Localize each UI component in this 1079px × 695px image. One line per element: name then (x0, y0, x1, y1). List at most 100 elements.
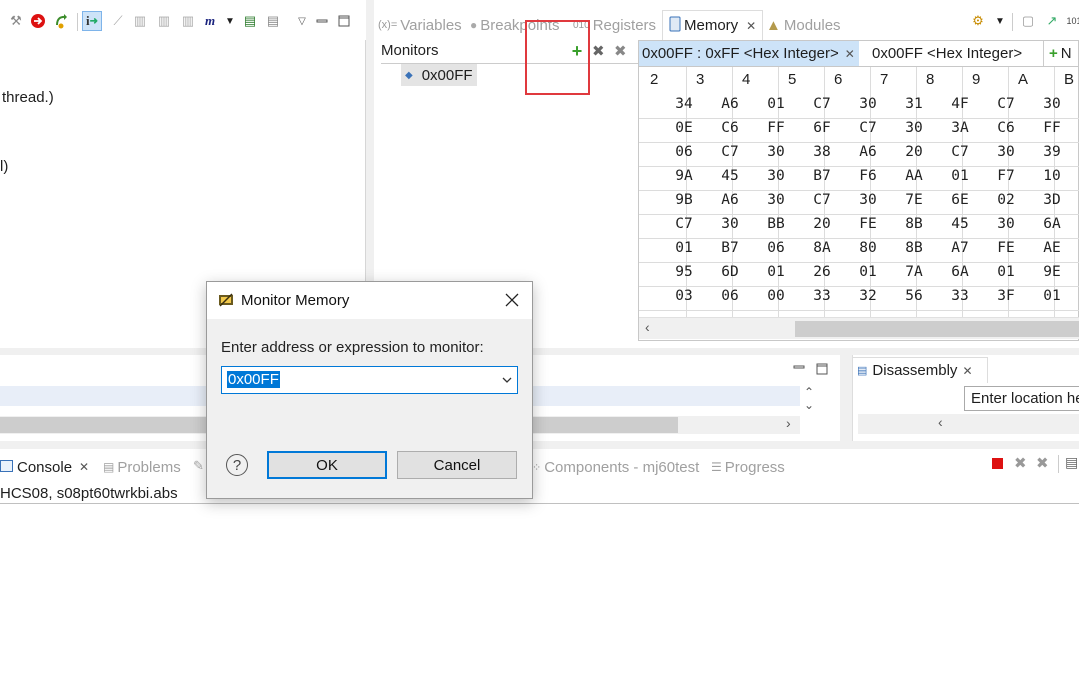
memory-cell[interactable]: 30 (987, 144, 1025, 168)
memory-cell[interactable]: 6F (803, 120, 841, 144)
memory-cell[interactable]: FF (1033, 120, 1071, 144)
address-combobox[interactable]: 0x00FF (221, 366, 518, 394)
memory-cell[interactable]: FF (757, 120, 795, 144)
memory-cell[interactable]: C7 (665, 216, 703, 240)
instruction-stepping-icon[interactable]: i ➜ (82, 11, 102, 31)
minimize-icon[interactable] (312, 11, 332, 31)
memory-cell[interactable]: 3D (1033, 192, 1071, 216)
tab-memory[interactable]: Memory ✕ (662, 10, 764, 40)
close-icon[interactable]: ✕ (962, 364, 972, 378)
rendering-tab-new[interactable]: + N (1043, 41, 1072, 66)
dropdown-icon[interactable]: ▼ (220, 11, 240, 31)
export-icon[interactable]: ↗ (1042, 11, 1062, 31)
resume-all-icon[interactable]: ▥ (178, 11, 198, 31)
ok-button[interactable]: OK (267, 451, 387, 479)
memory-cell[interactable]: C7 (987, 96, 1025, 120)
memory-cell[interactable]: 9A (665, 168, 703, 192)
memory-cell[interactable]: C7 (849, 120, 887, 144)
memory-cell[interactable]: 06 (757, 240, 795, 264)
memory-cell[interactable]: 31 (895, 96, 933, 120)
memory-cell[interactable]: AA (895, 168, 933, 192)
memory-cell[interactable]: FE (849, 216, 887, 240)
macro-icon[interactable]: m (200, 11, 220, 31)
memory-cell[interactable]: 26 (803, 264, 841, 288)
new-page-icon[interactable]: ▢ (1018, 11, 1038, 31)
maximize-icon[interactable] (816, 362, 828, 378)
terminate-icon[interactable] (28, 11, 48, 31)
memory-cell[interactable]: A6 (711, 96, 749, 120)
memory-cell[interactable]: 06 (711, 288, 749, 312)
middle-vscroll-arrows[interactable]: ⌃ ⌄ (804, 386, 814, 412)
new-rendering-icon[interactable]: ⚙ (968, 11, 988, 31)
memory-cell[interactable]: 6A (1033, 216, 1071, 240)
disconnect-icon[interactable]: ⚒ (6, 11, 26, 31)
scroll-left-icon[interactable]: ‹ (938, 414, 943, 430)
reset-icon[interactable]: ▥ (130, 11, 150, 31)
memory-cell[interactable]: 39 (1033, 144, 1071, 168)
memory-cell[interactable]: 7E (895, 192, 933, 216)
memory-cell[interactable]: 95 (665, 264, 703, 288)
memory-cell[interactable]: 30 (849, 192, 887, 216)
monitor-item[interactable]: ◆ 0x00FF (401, 64, 477, 86)
memory-cell[interactable]: 30 (895, 120, 933, 144)
memory-cell[interactable]: 01 (987, 264, 1025, 288)
memory-cell[interactable]: F7 (987, 168, 1025, 192)
memory-hscrollbar[interactable]: ‹ (639, 317, 1079, 339)
memory-cell[interactable]: 02 (987, 192, 1025, 216)
minimize-icon[interactable] (793, 360, 805, 376)
memory-cell[interactable]: 03 (665, 288, 703, 312)
memory-cell[interactable]: 33 (941, 288, 979, 312)
memory-cell[interactable]: 01 (757, 96, 795, 120)
tab-modules[interactable]: ▲ Modules (766, 12, 841, 38)
step-filter-icon[interactable]: ⟋ (108, 11, 128, 31)
memory-cell[interactable]: 20 (895, 144, 933, 168)
memory-cell[interactable]: 01 (1033, 288, 1071, 312)
tab-console[interactable]: Console ✕ (0, 454, 89, 480)
memory-cell[interactable]: 06 (665, 144, 703, 168)
memory-cell[interactable]: 45 (711, 168, 749, 192)
memory-cell[interactable]: A6 (711, 192, 749, 216)
memory-cell[interactable]: 34 (665, 96, 703, 120)
dialog-close-button[interactable] (495, 285, 529, 315)
memory-cell[interactable]: 30 (849, 96, 887, 120)
scroll-thumb[interactable] (795, 321, 1079, 337)
close-icon[interactable]: ✕ (746, 19, 756, 33)
memory-table[interactable]: 2 3 4 5 6 7 8 9 A B 34 A6 01 C7 30 31 4F C7 30 0E C6 FF 6F C7 30… (639, 67, 1079, 317)
remove-launch-icon[interactable]: ✖ (1014, 454, 1027, 472)
step-return-icon[interactable] (52, 11, 72, 31)
copy-icon[interactable]: ▤ (1065, 454, 1078, 471)
memory-cell[interactable]: 4F (941, 96, 979, 120)
memory-cell[interactable]: F6 (849, 168, 887, 192)
cancel-button[interactable]: Cancel (397, 451, 517, 479)
scroll-left-icon[interactable]: ‹ (645, 319, 650, 335)
close-icon[interactable]: ✕ (845, 47, 855, 61)
memory-cell[interactable]: 9B (665, 192, 703, 216)
memory-cell[interactable]: AE (1033, 240, 1071, 264)
memory-cell[interactable]: 3A (941, 120, 979, 144)
tab-progress[interactable]: ☰ Progress (711, 454, 785, 480)
memory-cell[interactable]: 3F (987, 288, 1025, 312)
memory-cell[interactable]: 30 (757, 192, 795, 216)
memory-cell[interactable]: C7 (803, 192, 841, 216)
dropdown-icon[interactable]: ▼ (990, 11, 1010, 31)
help-button[interactable]: ? (226, 454, 248, 476)
tab-problems[interactable]: ▤ Problems (103, 454, 181, 480)
memory-cell[interactable]: BB (757, 216, 795, 240)
memory-cell[interactable]: 6A (941, 264, 979, 288)
view-menu-icon[interactable]: ▽ (292, 11, 312, 31)
disassembly-location-input[interactable]: Enter location he (964, 386, 1079, 411)
address-value[interactable]: 0x00FF (227, 371, 280, 388)
memory-cell[interactable]: 00 (757, 288, 795, 312)
memory-cell[interactable]: C6 (711, 120, 749, 144)
memory-cell[interactable]: 8B (895, 240, 933, 264)
remove-all-monitors-icon[interactable]: ✖ (614, 42, 627, 60)
remove-all-icon[interactable]: ✖ (1036, 454, 1049, 472)
maximize-icon[interactable] (334, 11, 354, 31)
rendering-tab-2[interactable]: 0x00FF <Hex Integer> (872, 41, 1022, 66)
remove-monitor-icon[interactable]: ✖ (592, 42, 605, 60)
disassembly-hscrollbar[interactable]: ‹ (858, 414, 1079, 434)
scroll-right-icon[interactable]: › (786, 415, 791, 431)
memory-cell[interactable]: 8A (803, 240, 841, 264)
memory-cell[interactable]: C7 (803, 96, 841, 120)
settings-list-icon[interactable]: ▤ (263, 11, 283, 31)
